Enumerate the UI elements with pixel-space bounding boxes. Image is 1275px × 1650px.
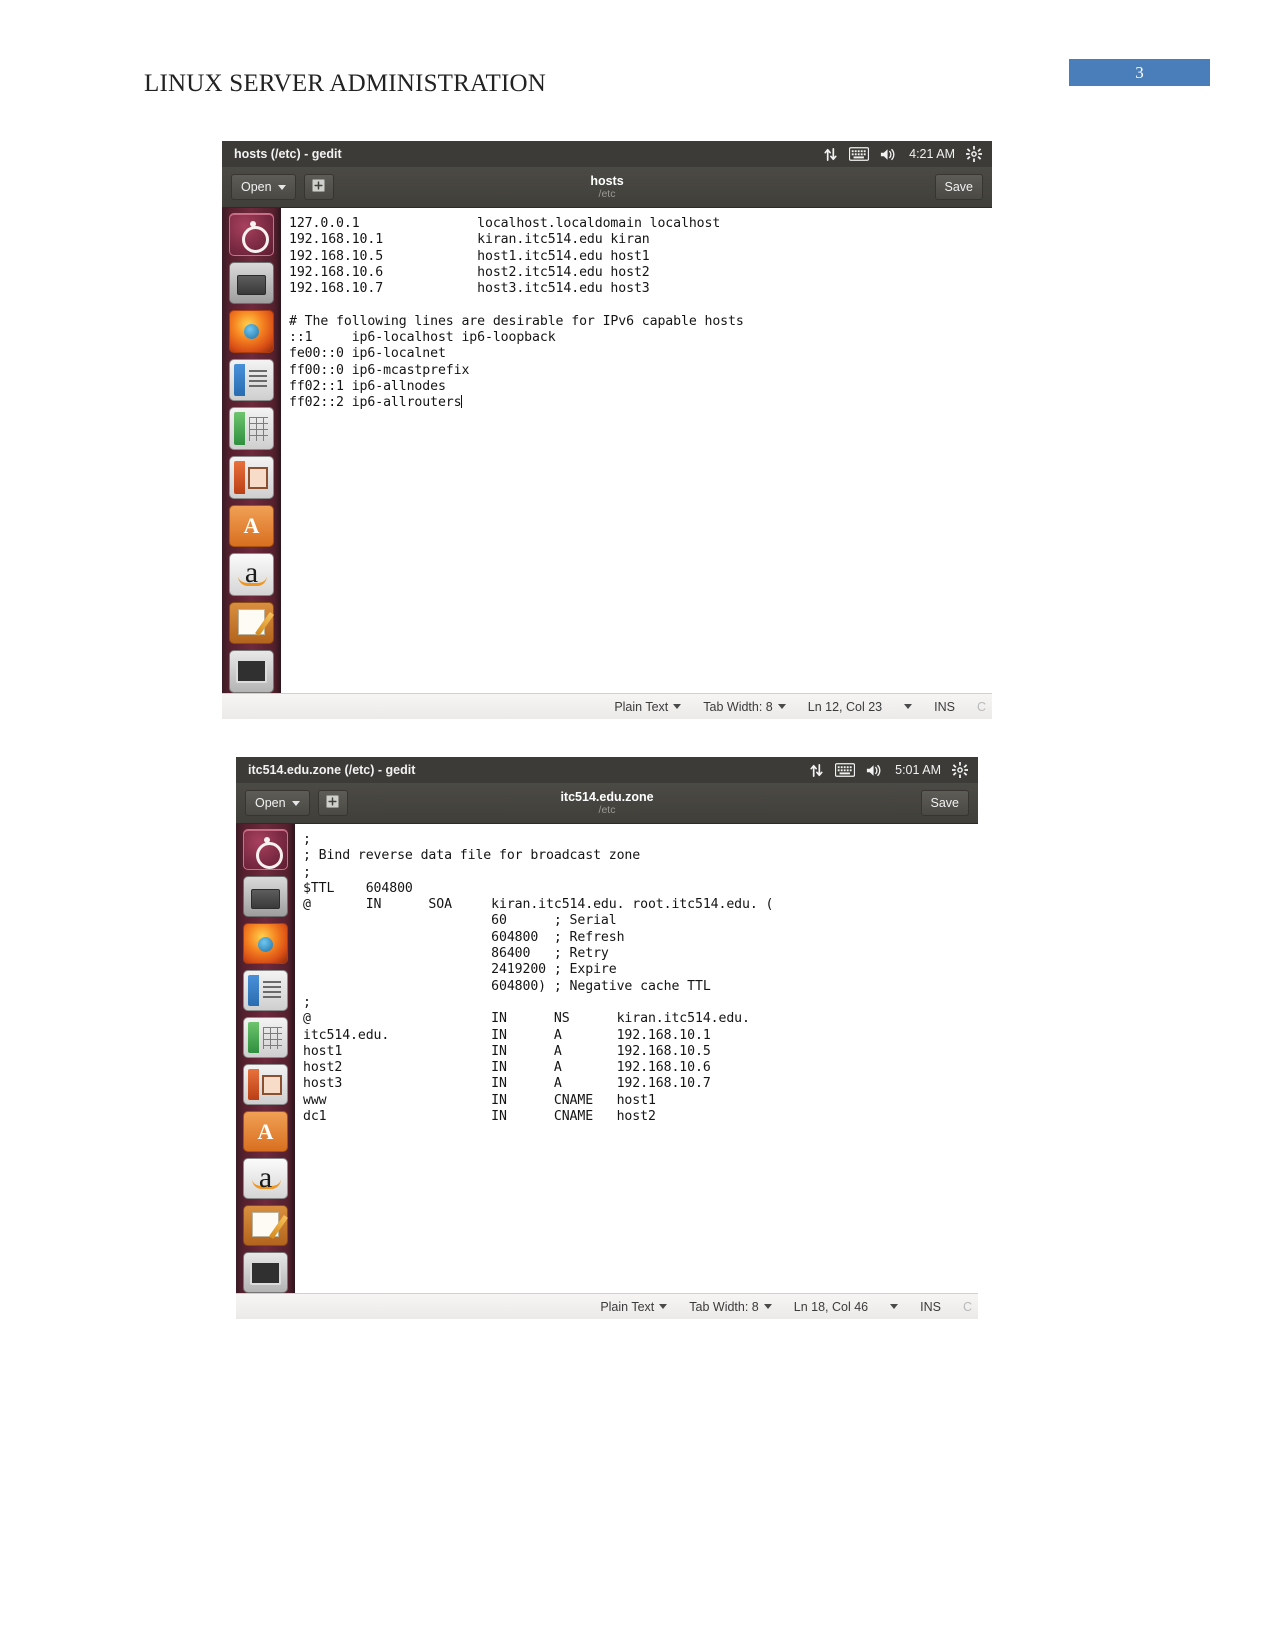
unity-launcher: [236, 824, 295, 1293]
save-button-label: Save: [930, 796, 960, 810]
save-button[interactable]: Save: [934, 174, 983, 200]
statusbar-trailing-label: C: [962, 1299, 972, 1314]
page-title: LINUX SERVER ADMINISTRATION: [144, 70, 547, 97]
editor-statusbar: Plain Text Tab Width: 8 Ln 18, Col 46 IN…: [236, 1293, 978, 1319]
statusbar-trailing-label: C: [976, 699, 986, 714]
open-button-label: Open: [255, 796, 286, 810]
amazon-icon[interactable]: [243, 1158, 288, 1199]
tab-width-selector[interactable]: Tab Width: 8: [689, 1299, 772, 1314]
amazon-icon[interactable]: [229, 553, 274, 596]
editor-headerbar: Open hosts /etc Save: [222, 167, 992, 208]
files-icon[interactable]: [243, 876, 288, 917]
gedit-window-hosts: hosts (/etc) - gedit 4:21 AM Open hosts …: [222, 141, 992, 719]
save-button[interactable]: Save: [920, 790, 969, 816]
window-titlebar: hosts (/etc) - gedit 4:21 AM: [222, 141, 992, 167]
system-monitor-icon[interactable]: [243, 1252, 288, 1293]
open-button[interactable]: Open: [231, 174, 296, 200]
clock-label[interactable]: 4:21 AM: [909, 147, 955, 161]
cursor-position: Ln 12, Col 23: [808, 700, 882, 714]
language-selector[interactable]: Plain Text: [600, 1299, 668, 1314]
ubuntu-dash-icon[interactable]: [243, 829, 288, 870]
chevron-down-icon: [904, 704, 913, 709]
gear-icon[interactable]: [966, 146, 982, 162]
chevron-down-icon: [890, 1304, 899, 1309]
unity-launcher: [222, 208, 281, 693]
tab-width-selector[interactable]: Tab Width: 8: [703, 699, 786, 714]
chevron-down-icon: [291, 800, 300, 806]
libreoffice-writer-icon[interactable]: [229, 358, 274, 402]
cursor-position-label: Ln 18, Col 46: [793, 1299, 869, 1314]
tab-width-label: Tab Width: 8: [703, 699, 773, 714]
libreoffice-impress-icon[interactable]: [243, 1064, 288, 1105]
new-document-button[interactable]: [303, 174, 334, 200]
document-filename: itc514.edu.zone: [560, 790, 654, 804]
language-label: Plain Text: [600, 1299, 655, 1314]
statusbar-menu-button[interactable]: [890, 1304, 899, 1309]
network-updown-icon[interactable]: [823, 147, 838, 162]
statusbar-menu-button[interactable]: [904, 704, 913, 709]
text-cursor: [461, 395, 463, 409]
ubuntu-dash-icon[interactable]: [229, 213, 274, 256]
document-filepath: /etc: [598, 804, 616, 816]
keyboard-icon[interactable]: [835, 763, 856, 777]
new-document-icon: [326, 795, 340, 811]
keyboard-icon[interactable]: [849, 147, 870, 161]
ubuntu-software-icon[interactable]: [243, 1111, 288, 1152]
editor-content[interactable]: 127.0.0.1 localhost.localdomain localhos…: [281, 208, 992, 412]
document-filepath: /etc: [598, 188, 616, 200]
network-updown-icon[interactable]: [809, 763, 824, 778]
firefox-icon[interactable]: [243, 923, 288, 964]
window-titlebar: itc514.edu.zone (/etc) - gedit 5:01 AM: [236, 757, 978, 783]
chevron-down-icon: [763, 1304, 772, 1309]
editor-headerbar: Open itc514.edu.zone /etc Save: [236, 783, 978, 824]
files-icon[interactable]: [229, 261, 274, 305]
text-editor-area[interactable]: 127.0.0.1 localhost.localdomain localhos…: [281, 208, 992, 693]
insert-mode-indicator: INS: [934, 699, 955, 714]
cursor-position: Ln 18, Col 46: [794, 1300, 868, 1314]
open-button-label: Open: [241, 180, 272, 194]
gedit-icon[interactable]: [243, 1205, 288, 1246]
language-label: Plain Text: [614, 699, 669, 714]
firefox-icon[interactable]: [229, 310, 274, 353]
editor-statusbar: Plain Text Tab Width: 8 Ln 12, Col 23 IN…: [222, 693, 992, 719]
new-document-icon: [312, 179, 326, 195]
document-filename: hosts: [590, 174, 624, 188]
page-number-badge: 3: [1069, 59, 1210, 86]
text-editor-area[interactable]: ; ; Bind reverse data file for broadcast…: [295, 824, 978, 1293]
volume-icon[interactable]: [866, 763, 884, 778]
chevron-down-icon: [777, 704, 786, 709]
libreoffice-calc-icon[interactable]: [243, 1017, 288, 1058]
save-button-label: Save: [944, 180, 974, 194]
window-title: itc514.edu.zone (/etc) - gedit: [248, 763, 416, 777]
libreoffice-writer-icon[interactable]: [243, 970, 288, 1011]
libreoffice-impress-icon[interactable]: [229, 455, 274, 499]
ubuntu-software-icon[interactable]: [229, 504, 274, 548]
document-title-block: hosts /etc: [222, 167, 992, 207]
chevron-down-icon: [673, 704, 682, 709]
language-selector[interactable]: Plain Text: [614, 699, 682, 714]
cursor-position-label: Ln 12, Col 23: [807, 699, 883, 714]
gedit-icon[interactable]: [229, 601, 274, 645]
chevron-down-icon: [659, 1304, 668, 1309]
editor-content[interactable]: ; ; Bind reverse data file for broadcast…: [295, 824, 978, 1125]
window-title: hosts (/etc) - gedit: [234, 147, 342, 161]
system-monitor-icon[interactable]: [229, 650, 274, 693]
clock-label[interactable]: 5:01 AM: [895, 763, 941, 777]
gear-icon[interactable]: [952, 762, 968, 778]
system-tray: 5:01 AM: [809, 762, 968, 778]
gedit-window-zone: itc514.edu.zone (/etc) - gedit 5:01 AM O…: [236, 757, 978, 1319]
insert-mode-indicator: INS: [920, 1299, 941, 1314]
open-button[interactable]: Open: [245, 790, 310, 816]
system-tray: 4:21 AM: [823, 146, 982, 162]
new-document-button[interactable]: [317, 790, 348, 816]
libreoffice-calc-icon[interactable]: [229, 407, 274, 450]
tab-width-label: Tab Width: 8: [689, 1299, 759, 1314]
chevron-down-icon: [277, 184, 286, 190]
volume-icon[interactable]: [880, 147, 898, 162]
